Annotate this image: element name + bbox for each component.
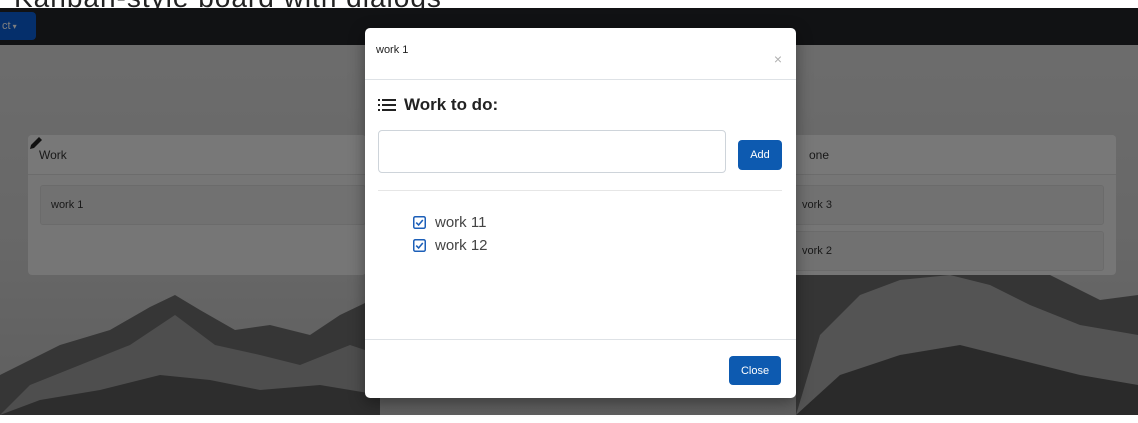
modal-header: work 1 × — [365, 28, 796, 80]
list-item: work 11 — [413, 211, 488, 234]
todo-section-title: Work to do: — [404, 95, 499, 114]
task-label: work 11 — [435, 214, 487, 231]
add-task-button[interactable]: Add — [738, 140, 782, 170]
new-task-input[interactable] — [378, 130, 726, 173]
page-bottom-strip — [0, 415, 1138, 423]
checkbox-checked-icon[interactable] — [413, 216, 426, 229]
page-heading: Kanban-style board with dialogs — [14, 0, 442, 8]
todo-heading: Work to do: — [378, 95, 498, 115]
list-item: work 12 — [413, 234, 488, 257]
close-icon[interactable]: × — [774, 52, 782, 66]
close-button[interactable]: Close — [729, 356, 781, 385]
task-modal: work 1 × Work to do: Add work 11 work 12… — [365, 28, 796, 398]
modal-title: work 1 — [376, 44, 409, 56]
modal-footer: Close — [365, 339, 796, 398]
checkbox-checked-icon[interactable] — [413, 239, 426, 252]
task-list: work 11 work 12 — [413, 211, 488, 257]
task-label: work 12 — [435, 237, 488, 254]
divider — [378, 190, 782, 191]
page-heading-strip: Kanban-style board with dialogs — [0, 0, 1138, 8]
list-icon — [378, 99, 396, 111]
